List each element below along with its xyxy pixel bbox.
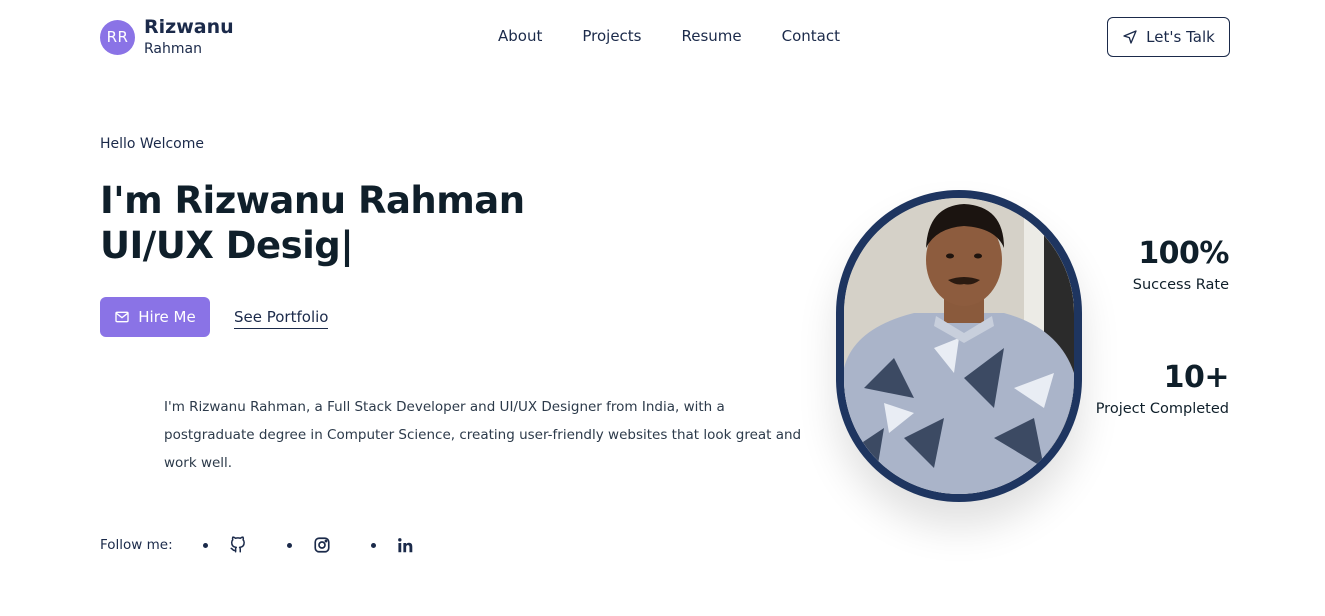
nav-resume[interactable]: Resume [682,27,742,45]
github-icon [230,536,245,553]
stat-projects-completed: 10+ Project Completed [1095,360,1230,417]
typing-caret: | [340,224,354,267]
follow-me-row: Follow me: [100,536,454,554]
logo-first-name: Rizwanu [144,16,234,38]
headline-line-1: I'm Rizwanu Rahman [100,179,525,222]
nav-about[interactable]: About [498,27,542,45]
typed-role: UI/UX Desig [100,224,341,267]
nav-contact[interactable]: Contact [782,27,840,45]
stat-value: 10+ [1163,360,1230,395]
headline-line-2: UI/UX Desig| [100,223,525,268]
greeting-text: Hello Welcome [100,136,204,152]
bullet-dot [286,542,292,548]
follow-label: Follow me: [100,537,173,553]
logo-last-name: Rahman [144,41,202,57]
hire-me-label: Hire Me [138,308,196,326]
lets-talk-label: Let's Talk [1146,28,1215,46]
stat-label: Success Rate [1132,277,1229,293]
bullet-dot [202,542,208,548]
social-github[interactable] [202,536,247,554]
bullet-dot [370,542,376,548]
linkedin-icon [397,537,412,552]
lets-talk-button[interactable]: Let's Talk [1107,17,1230,57]
portrait-illustration [844,198,1074,494]
logo[interactable]: RR Rizwanu Rahman [100,18,234,56]
stat-success-rate: 100% Success Rate [1132,236,1230,293]
hero-headline: I'm Rizwanu Rahman UI/UX Desig| [100,178,525,268]
bio-paragraph: I'm Rizwanu Rahman, a Full Stack Develop… [164,399,802,471]
see-portfolio-link[interactable]: See Portfolio [234,308,329,329]
logo-badge: RR [100,19,135,55]
logo-text: Rizwanu Rahman [144,16,234,57]
mail-icon [115,311,129,323]
social-instagram[interactable] [286,536,331,554]
hire-me-button[interactable]: Hire Me [100,297,210,337]
send-icon [1123,30,1137,44]
nav-projects[interactable]: Projects [582,27,641,45]
stat-value: 100% [1138,236,1229,271]
stat-label: Project Completed [1095,401,1229,417]
main-nav: About Projects Resume Contact [498,27,880,45]
profile-photo [836,190,1082,502]
social-linkedin[interactable] [370,537,414,554]
instagram-icon [314,537,330,553]
